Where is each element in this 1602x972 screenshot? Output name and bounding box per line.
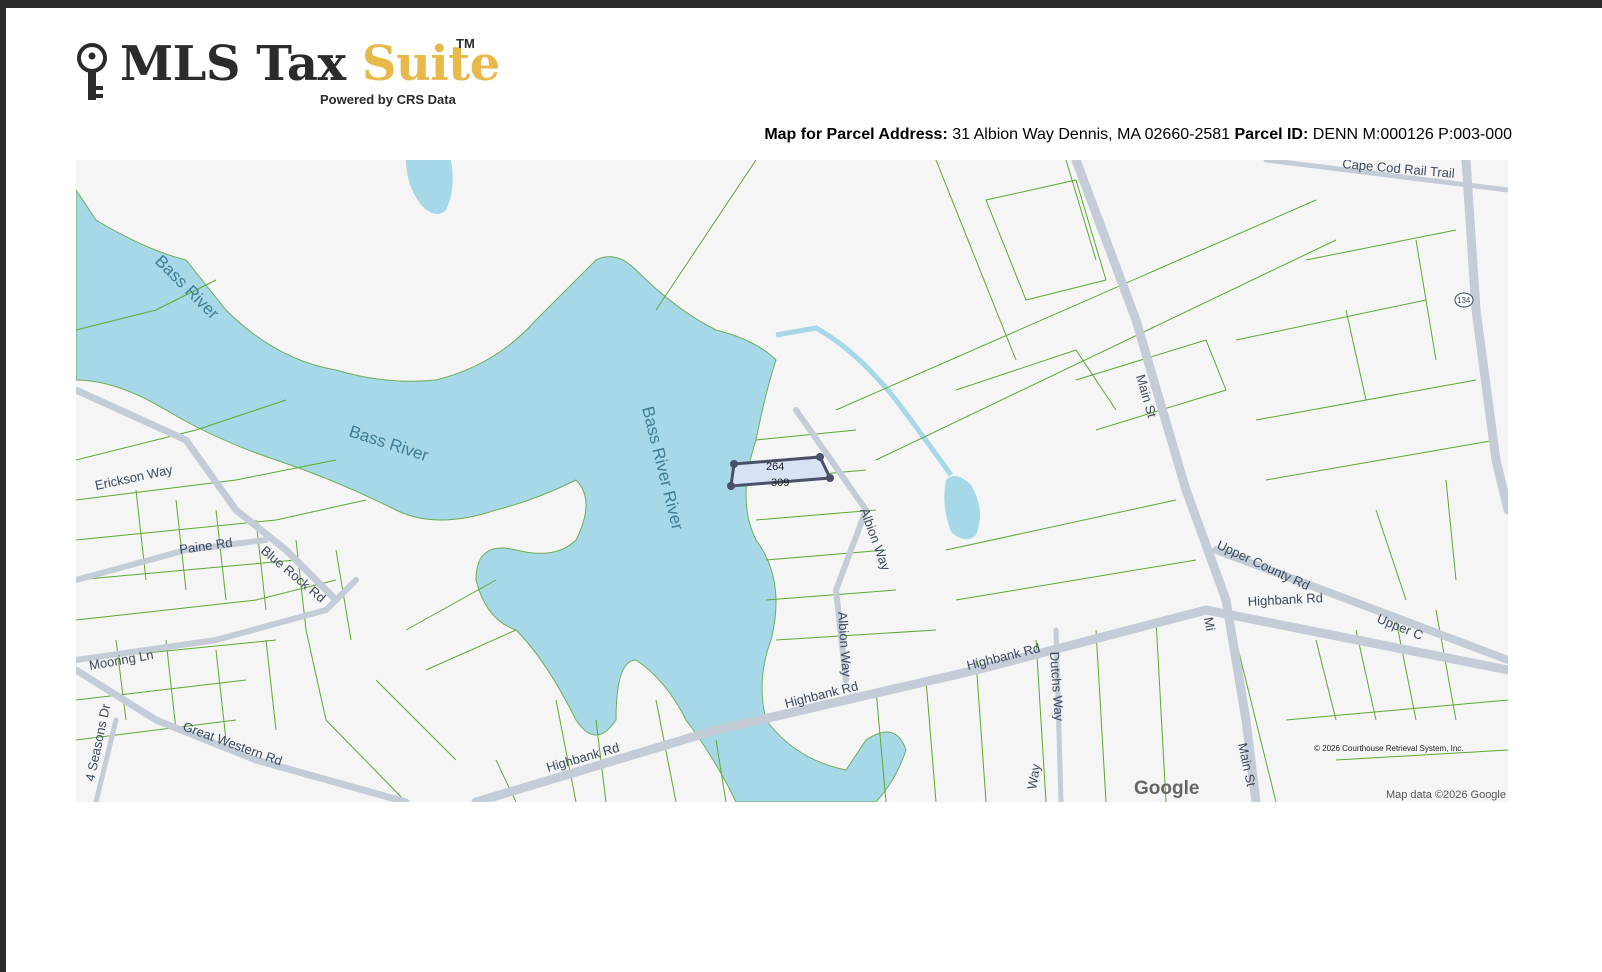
parcel-id: DENN M:000126 P:003-000	[1312, 126, 1512, 143]
label-albion-way-1: Albion Way	[857, 506, 894, 573]
logo-title-mls-tax: MLS Tax	[120, 36, 362, 92]
parcel-vertex	[826, 474, 834, 482]
map-for-label: Map for Parcel Address:	[764, 126, 948, 143]
svg-text:134: 134	[1457, 296, 1471, 305]
pond-north	[406, 160, 453, 214]
parcel-address: 31 Albion Way Dennis, MA 02660-2581	[952, 126, 1231, 143]
label-albion-way-2: Albion Way	[835, 611, 855, 678]
map-copyright: © 2026 Courthouse Retrieval System, Inc.	[1314, 744, 1464, 753]
label-paine-rd: Paine Rd	[178, 535, 233, 557]
parcel-vertex	[730, 460, 738, 468]
map-canvas[interactable]: 264 309 Bass River Bass River Bass River…	[76, 160, 1508, 802]
label-main-st-3: Mi	[1201, 616, 1218, 632]
label-great-western-rd: Great Western Rd	[181, 719, 284, 769]
parcel-vertex	[816, 453, 824, 461]
label-main-st-2: Main St	[1235, 742, 1259, 789]
parcel-dim-top: 264	[766, 461, 784, 473]
label-highbank-rd-3: Highbank Rd	[965, 640, 1042, 673]
parcel-id-label: Parcel ID:	[1234, 126, 1309, 143]
bass-river-water	[76, 189, 907, 802]
label-erickson-way: Erickson Way	[94, 462, 175, 493]
logo-title: MLS Tax Suite	[120, 36, 500, 92]
logo-subtitle: Powered by CRS Data	[320, 92, 456, 107]
label-blue-rock-rd: Blue Rock Rd	[258, 543, 329, 606]
label-upper-county-rd: Upper County Rd	[1215, 537, 1312, 593]
label-highbank-rd-4: Highbank Rd	[1247, 590, 1323, 609]
parcel-vertex	[727, 482, 735, 490]
parcel-info-line: Map for Parcel Address: 31 Albion Way De…	[764, 126, 1512, 144]
trademark-mark: TM	[456, 36, 475, 51]
logo-title-suite: Suite	[361, 36, 501, 92]
google-logo[interactable]: Google	[1134, 778, 1199, 800]
report-page: MLS Tax Suite TM Powered by CRS Data Map…	[6, 8, 1602, 972]
label-way: Way	[1024, 762, 1043, 790]
map-attribution[interactable]: Map data ©2026 Google	[1386, 789, 1506, 801]
key-icon	[77, 43, 107, 100]
label-dutchs-way: Dutchs Way	[1047, 651, 1067, 722]
parcel-dim-bottom: 309	[771, 477, 789, 489]
creek	[775, 325, 954, 477]
mls-tax-suite-logo: MLS Tax Suite TM Powered by CRS Data	[76, 36, 500, 111]
pond-east	[944, 476, 980, 540]
route-134-shield: 134	[1454, 292, 1474, 308]
parcel-map[interactable]: 264 309 Bass River Bass River Bass River…	[76, 160, 1508, 802]
